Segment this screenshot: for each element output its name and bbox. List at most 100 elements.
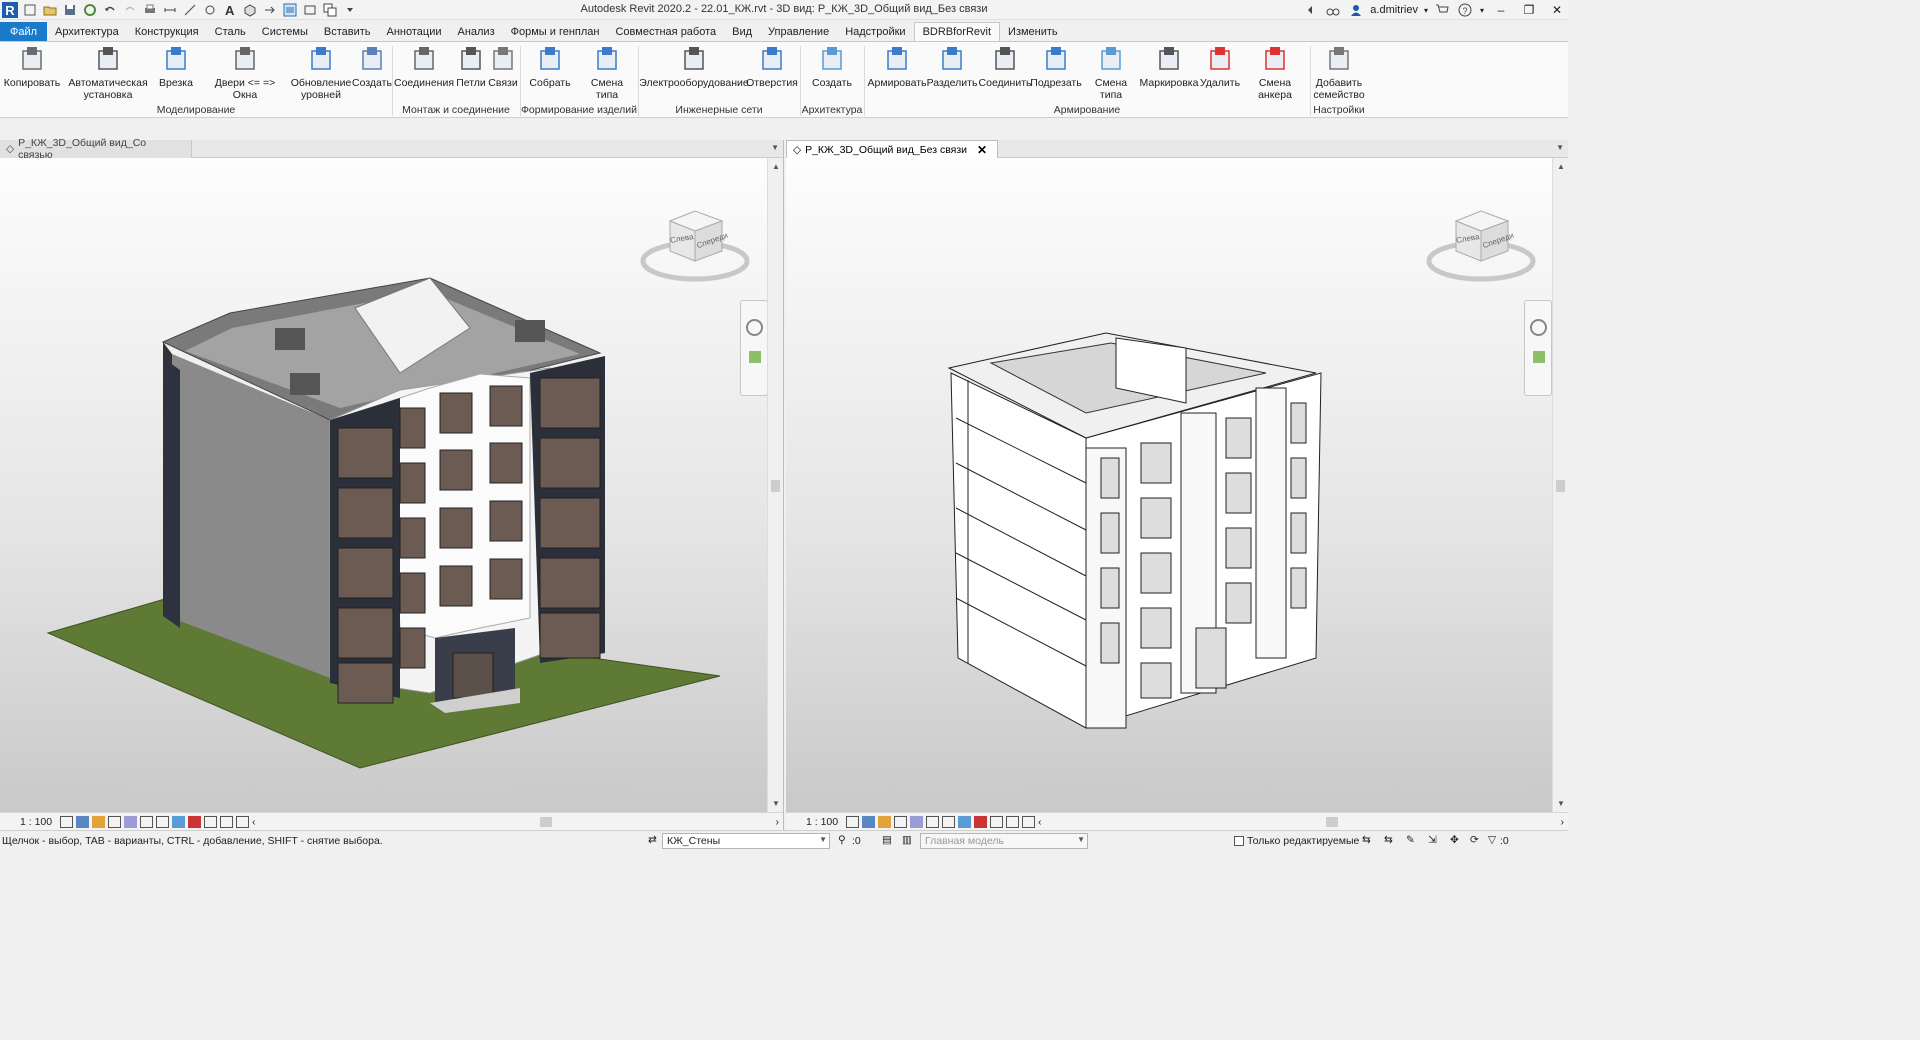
tab-11[interactable]: Управление — [760, 22, 837, 41]
close-view-tab-icon[interactable]: ✕ — [977, 143, 987, 157]
close-button[interactable]: ✕ — [1546, 0, 1568, 20]
aligned-dimension-icon[interactable] — [181, 2, 198, 19]
user-name[interactable]: a.dmitriev — [1370, 4, 1418, 16]
section-icon[interactable] — [261, 2, 278, 19]
tab-4[interactable]: Системы — [254, 22, 316, 41]
scroll-right-icon[interactable]: › — [1561, 816, 1565, 828]
vertical-scrollbar[interactable]: ▲ ▼ — [767, 158, 783, 812]
tab-10[interactable]: Вид — [724, 22, 760, 41]
3d-canvas-unlinked[interactable]: Слева Спереди — [786, 158, 1552, 812]
scroll-left-icon[interactable]: ‹ — [252, 816, 265, 828]
ribbon-panel-label-1[interactable]: Монтаж и соединение — [392, 104, 520, 116]
view-controls[interactable]: ‹ — [846, 815, 1051, 828]
view-scale[interactable]: 1 : 100 — [0, 816, 60, 828]
ribbon-button-8[interactable]: Связи — [488, 44, 518, 89]
ribbon-button-0[interactable]: Копировать — [4, 44, 60, 89]
open-icon[interactable] — [41, 2, 58, 19]
steering-wheel-icon[interactable] — [1530, 319, 1547, 336]
viewcube[interactable]: Слева Спереди — [1426, 206, 1536, 289]
ribbon-button-3[interactable]: Двери <= => Окна — [202, 44, 288, 101]
render-icon[interactable] — [910, 815, 923, 828]
switch-windows-icon[interactable] — [321, 2, 338, 19]
select-underlay-icon[interactable]: ⇆ — [1384, 834, 1398, 848]
temp-hide-icon[interactable] — [974, 815, 987, 828]
ribbon-button-1[interactable]: Автоматическая установка — [68, 44, 148, 101]
crop-icon[interactable] — [926, 815, 939, 828]
scroll-right-icon[interactable]: › — [776, 816, 780, 828]
workset-select[interactable]: КЖ_Стены ▼ — [662, 833, 830, 849]
ribbon-panel-label-3[interactable]: Инженерные сети — [638, 104, 800, 116]
tab-7[interactable]: Анализ — [449, 22, 502, 41]
shadows-icon[interactable] — [108, 815, 121, 828]
show-crop-icon[interactable] — [156, 815, 169, 828]
steering-wheel-icon[interactable] — [746, 319, 763, 336]
close-hidden-windows-icon[interactable] — [301, 2, 318, 19]
highlight-displacement-icon[interactable] — [1022, 815, 1035, 828]
ribbon-button-12[interactable]: Отверстия — [746, 44, 798, 89]
revit-logo-icon[interactable]: R — [2, 2, 18, 18]
ribbon-panel-label-0[interactable]: Моделирование — [0, 104, 392, 116]
view-tab-without-link[interactable]: ◇ Р_КЖ_3D_Общий вид_Без связи ✕ — [786, 140, 999, 158]
tag-icon[interactable] — [201, 2, 218, 19]
user-icon[interactable] — [1347, 2, 1364, 19]
view-tab-with-link[interactable]: ◇ Р_КЖ_3D_Общий вид_Со связью — [0, 137, 192, 161]
ribbon-panel-label-2[interactable]: Формирование изделий — [520, 104, 638, 116]
temp-hide-icon[interactable] — [188, 815, 201, 828]
restore-button[interactable]: ❐ — [1518, 0, 1540, 20]
select-links-icon[interactable]: ⇆ — [1362, 834, 1376, 848]
view-controls[interactable]: ‹ — [60, 815, 265, 828]
highlight-displacement-icon[interactable] — [236, 815, 249, 828]
ribbon-button-7[interactable]: Петли — [455, 44, 487, 89]
crop-icon[interactable] — [140, 815, 153, 828]
active-option-icon[interactable]: ▥ — [902, 834, 916, 848]
redo-icon[interactable] — [121, 2, 138, 19]
reveal-hidden-icon[interactable] — [990, 815, 1003, 828]
minimize-button[interactable]: – — [1490, 0, 1512, 20]
viewcube[interactable]: Слева Спереди — [640, 206, 750, 289]
default-3d-view-icon[interactable] — [241, 2, 258, 19]
user-dropdown-icon[interactable]: ▾ — [1424, 6, 1428, 15]
tab-5[interactable]: Вставить — [316, 22, 379, 41]
horizontal-scroll-thumb[interactable] — [1326, 817, 1338, 827]
render-icon[interactable] — [124, 815, 137, 828]
detail-level-icon[interactable] — [60, 815, 73, 828]
sun-path-icon[interactable] — [878, 815, 891, 828]
ribbon-button-6[interactable]: Соединения — [394, 44, 454, 89]
vertical-scrollbar[interactable]: ▲ ▼ — [1552, 158, 1568, 812]
tab-6[interactable]: Аннотации — [379, 22, 450, 41]
customize-toolbar-icon[interactable] — [341, 2, 358, 19]
tab-menu-icon[interactable]: ▼ — [1556, 143, 1564, 152]
ribbon-button-18[interactable]: Смена типа — [1084, 44, 1138, 101]
design-option-select[interactable]: Главная модель ▼ — [920, 833, 1088, 849]
navigation-bar[interactable] — [1524, 300, 1552, 396]
home-icon[interactable] — [21, 2, 38, 19]
ribbon-button-15[interactable]: Разделить — [927, 44, 977, 89]
tab-menu-icon[interactable]: ▼ — [771, 143, 779, 152]
select-pinned-icon[interactable]: ✎ — [1406, 834, 1420, 848]
ribbon-button-17[interactable]: Подрезать — [1030, 44, 1082, 89]
tab-0[interactable]: Файл — [0, 22, 48, 41]
ribbon-button-22[interactable]: Добавить семейство — [1313, 44, 1365, 101]
scroll-left-icon[interactable]: ‹ — [1038, 816, 1051, 828]
background-processes-icon[interactable]: ⟳ — [1470, 834, 1484, 848]
view-scale[interactable]: 1 : 100 — [786, 816, 846, 828]
zoom-icon[interactable] — [1533, 351, 1545, 363]
ribbon-panel-label-6[interactable]: Настройки — [1310, 104, 1368, 116]
prev-arrow-icon[interactable] — [1301, 2, 1318, 19]
tab-8[interactable]: Формы и генплан — [503, 22, 608, 41]
ribbon-button-16[interactable]: Соединить — [979, 44, 1031, 89]
reveal-hidden-icon[interactable] — [204, 815, 217, 828]
ribbon-button-20[interactable]: Удалить — [1200, 44, 1240, 89]
ribbon-panel-label-5[interactable]: Армирование — [864, 104, 1310, 116]
ribbon-button-19[interactable]: Маркировка — [1140, 44, 1198, 89]
visual-style-icon[interactable] — [862, 815, 875, 828]
lock-view-icon[interactable] — [172, 815, 185, 828]
measure-icon[interactable] — [161, 2, 178, 19]
sync-icon[interactable] — [81, 2, 98, 19]
ribbon-button-21[interactable]: Смена анкера — [1244, 44, 1306, 101]
tab-9[interactable]: Совместная работа — [607, 22, 724, 41]
navigation-bar[interactable] — [740, 300, 767, 396]
analytical-model-icon[interactable] — [1006, 815, 1019, 828]
help-icon[interactable]: ? — [1457, 2, 1474, 19]
ribbon-button-9[interactable]: Собрать — [529, 44, 571, 89]
